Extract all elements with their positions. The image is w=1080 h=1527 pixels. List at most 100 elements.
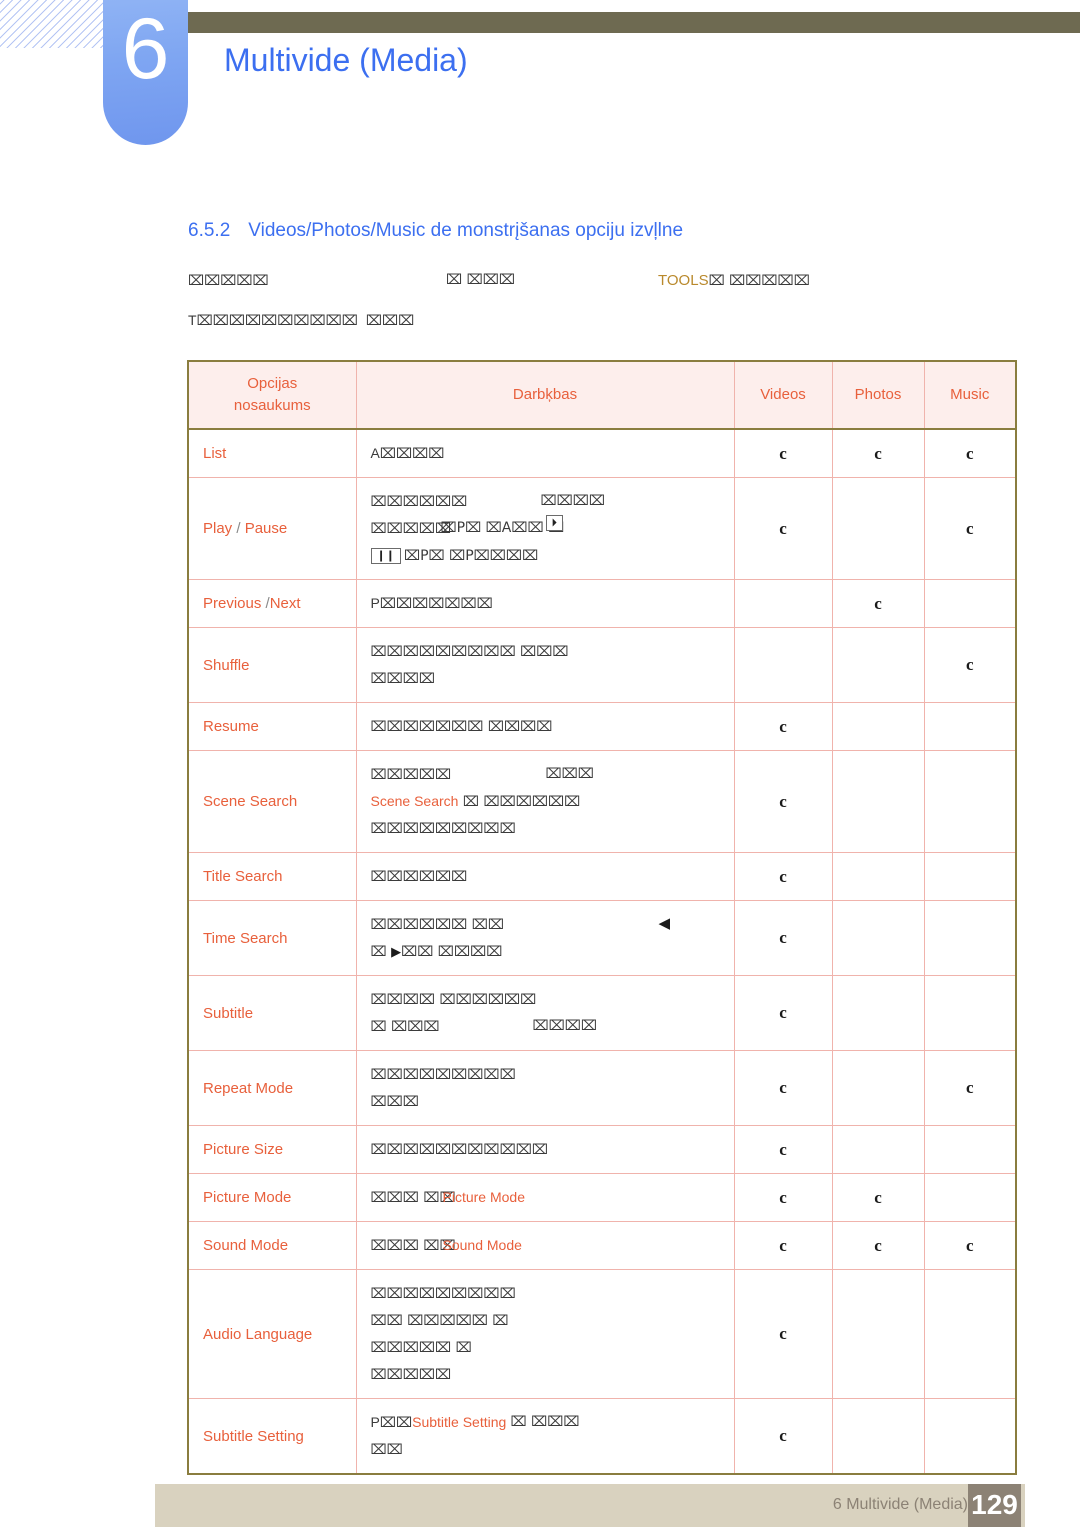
support-mark-photos: c — [831, 579, 925, 628]
option-name-cell: Subtitle — [187, 975, 357, 1051]
action-line: ❙❙ ⌧P⌧ ⌧P⌧⌧⌧⌧ — [370, 542, 726, 569]
column-header-option-name: Opcijas nosaukums — [187, 360, 357, 430]
support-mark-photos — [831, 477, 925, 580]
support-mark-photos — [831, 750, 925, 853]
action-description-cell: ⌧⌧⌧⌧⌧⌧⌧⌧⌧ ⌧⌧ ⌧⌧⌧⌧⌧ ⌧ ⌧⌧⌧⌧⌧ ⌧ ⌧⌧⌧⌧⌧ — [355, 1269, 735, 1399]
action-line: ⌧⌧⌧⌧⌧⌧⌧⌧⌧ — [371, 1061, 726, 1088]
intro-line2-prefix: T — [188, 312, 197, 328]
action-line: ⌧ ⌧⌧⌧ ⌧⌧⌧⌧ — [371, 1013, 726, 1040]
action-line: ⌧⌧⌧ Sound Mode ⌧⌧ — [371, 1232, 726, 1259]
table-row: Picture Size ⌧⌧⌧⌧⌧⌧⌧⌧⌧⌧⌧ c — [187, 1125, 1017, 1174]
support-mark-music — [923, 702, 1017, 751]
media-options-table: Opcijas nosaukums Darbķbas Videos Photos… — [187, 360, 1017, 1475]
section-heading: 6.5.2 Videos/Photos/Music de monstrįšanas… — [188, 220, 683, 242]
action-line: P⌧⌧⌧⌧⌧⌧⌧ — [371, 590, 726, 617]
action-text: ⌧⌧⌧⌧⌧⌧⌧⌧⌧⌧⌧ — [370, 1142, 548, 1158]
action-description-cell: P⌧⌧⌧⌧⌧⌧⌧ — [355, 579, 735, 628]
table-row: Picture Mode ⌧⌧⌧ Picture Mode ⌧⌧ c c — [187, 1173, 1017, 1222]
option-name-part: Pause — [244, 520, 288, 537]
action-text: ⌧⌧⌧⌧ — [540, 493, 606, 509]
support-mark-videos: c — [733, 1221, 833, 1270]
option-name-cell: Repeat Mode — [187, 1050, 357, 1126]
action-text: ⌧⌧⌧⌧⌧⌧ ⌧⌧ — [370, 917, 505, 933]
support-mark-music — [923, 900, 1017, 976]
action-line: ⌧⌧⌧⌧⌧⌧ ⌧⌧⌧⌧ — [371, 488, 726, 515]
chapter-badge: 6 — [103, 0, 188, 145]
option-name-cell: Picture Size — [187, 1125, 357, 1174]
action-line: ⌧⌧⌧⌧ — [371, 665, 726, 692]
table-row: Resume ⌧⌧⌧⌧⌧⌧⌧ ⌧⌧⌧⌧ c — [187, 702, 1017, 751]
triangle-right-icon: ▶ — [391, 944, 402, 959]
action-description-cell: ⌧⌧⌧⌧⌧⌧⌧ ⌧⌧⌧⌧ — [355, 702, 735, 751]
table-row: List A⌧⌧⌧⌧ c c c — [187, 428, 1017, 478]
option-name-part: / — [232, 520, 245, 537]
action-description-cell: ⌧⌧⌧ Sound Mode ⌧⌧ — [355, 1221, 735, 1270]
support-mark-videos: c — [733, 1398, 833, 1475]
option-name-cell: Time Search — [187, 900, 357, 976]
action-text: P — [370, 595, 380, 611]
action-line: ⌧⌧⌧⌧⌧⌧⌧⌧⌧ — [371, 815, 726, 842]
action-text: ⌧⌧⌧ — [370, 1190, 419, 1206]
action-text: ⌧⌧⌧⌧⌧ — [370, 767, 452, 783]
column-header-photos: Photos — [831, 360, 925, 430]
menu-keyword: Sound Mode — [442, 1237, 522, 1253]
support-mark-photos — [831, 975, 925, 1051]
intro-line2-b: ⌧⌧⌧ — [365, 313, 415, 329]
intro-line2-a: ⌧⌧⌧⌧⌧⌧⌧⌧⌧⌧ — [196, 313, 358, 329]
action-line: ⌧⌧⌧⌧⌧⌧⌧⌧⌧⌧⌧ — [371, 1136, 726, 1163]
option-name-label: Sound Mode — [203, 1237, 289, 1254]
column-header-videos: Videos — [733, 360, 833, 430]
option-name-cell: Play / Pause — [187, 477, 357, 580]
support-mark-videos: c — [733, 900, 833, 976]
support-mark-music — [923, 1125, 1017, 1174]
action-line: ⌧⌧⌧⌧⌧ — [371, 1361, 726, 1388]
action-text: ⌧ — [370, 944, 392, 960]
table-row: Shuffle ⌧⌧⌧⌧⌧⌧⌧⌧⌧ ⌧⌧⌧ ⌧⌧⌧⌧ c — [187, 627, 1017, 703]
option-name-cell: Picture Mode — [187, 1173, 357, 1222]
option-name-line1: Opcijas — [247, 375, 298, 393]
support-mark-music — [923, 1398, 1017, 1475]
action-description-cell: ⌧⌧⌧⌧⌧⌧⌧⌧⌧ ⌧⌧⌧ ⌧⌧⌧⌧ — [355, 627, 735, 703]
table-row: Title Search ⌧⌧⌧⌧⌧⌧ c — [187, 852, 1017, 901]
support-mark-videos: c — [733, 1173, 833, 1222]
option-name-label: Resume — [203, 718, 259, 735]
intro-line-2: T⌧⌧⌧⌧⌧⌧⌧⌧⌧⌧ ⌧⌧⌧ — [188, 294, 1008, 334]
header-olive-bar — [175, 12, 1080, 33]
action-description-cell: ⌧⌧⌧⌧⌧ ⌧⌧⌧ Scene Search ⌧ ⌧⌧⌧⌧⌧⌧ ⌧⌧⌧⌧⌧⌧⌧⌧⌧ — [355, 750, 735, 853]
option-name-part: Play — [203, 520, 233, 537]
action-description-cell: ⌧⌧⌧⌧⌧⌧⌧⌧⌧⌧⌧ — [355, 1125, 735, 1174]
action-line: ⌧⌧ — [371, 1436, 726, 1463]
action-text: ⌧⌧⌧⌧⌧ ⌧ — [370, 1340, 472, 1356]
support-mark-videos: c — [733, 975, 833, 1051]
option-name-label: Scene Search — [203, 793, 298, 810]
action-text: ⌧⌧⌧⌧⌧⌧⌧⌧⌧ ⌧⌧⌧ — [370, 644, 569, 660]
action-description-cell: A⌧⌧⌧⌧ — [355, 428, 735, 478]
table-body: List A⌧⌧⌧⌧ c c c Play / Pause ⌧⌧⌧⌧⌧⌧ ⌧⌧⌧⌧ ⌧⌧⌧⌧⌧ ⌧… — [187, 428, 1017, 1475]
action-text: ⌧⌧ — [379, 1415, 413, 1431]
action-text: ⌧⌧⌧⌧⌧⌧⌧ — [379, 596, 493, 612]
support-mark-videos: c — [733, 702, 833, 751]
option-name-cell: Resume — [187, 702, 357, 751]
support-mark-videos: c — [733, 852, 833, 901]
menu-keyword: Picture Mode — [442, 1189, 525, 1205]
support-mark-photos — [831, 1269, 925, 1399]
support-mark-photos — [831, 627, 925, 703]
action-description-cell: ⌧⌧⌧ Picture Mode ⌧⌧ — [355, 1173, 735, 1222]
action-line: ⌧⌧⌧⌧⌧ ⌧⌧⌧ — [371, 761, 726, 788]
table-row: Time Search ⌧⌧⌧⌧⌧⌧ ⌧⌧ ◀ ⌧ ▶⌧⌧ ⌧⌧⌧⌧ c — [187, 900, 1017, 976]
action-description-cell: P⌧⌧Subtitle Setting ⌧ ⌧⌧⌧ ⌧⌧ — [355, 1398, 735, 1475]
option-name-cell: Sound Mode — [187, 1221, 357, 1270]
column-header-action: Darbķbas — [355, 360, 735, 430]
support-mark-music: c — [923, 477, 1017, 580]
option-name-cell: Previous /Next — [187, 579, 357, 628]
support-mark-music — [923, 1173, 1017, 1222]
action-text: ⌧ ⌧⌧⌧⌧⌧⌧ — [458, 794, 581, 810]
action-text: ⌧⌧⌧ — [370, 1238, 419, 1254]
option-name-label: Subtitle — [203, 1004, 254, 1022]
intro-text-b: ⌧ ⌧⌧⌧ — [446, 272, 515, 288]
option-name-cell: Scene Search — [187, 750, 357, 853]
intro-tools-group: TOOLS⌧ ⌧⌧⌧⌧⌧ — [658, 272, 810, 289]
option-name-cell: Audio Language — [187, 1269, 357, 1399]
column-header-music: Music — [923, 360, 1017, 430]
support-mark-videos: c — [733, 477, 833, 580]
